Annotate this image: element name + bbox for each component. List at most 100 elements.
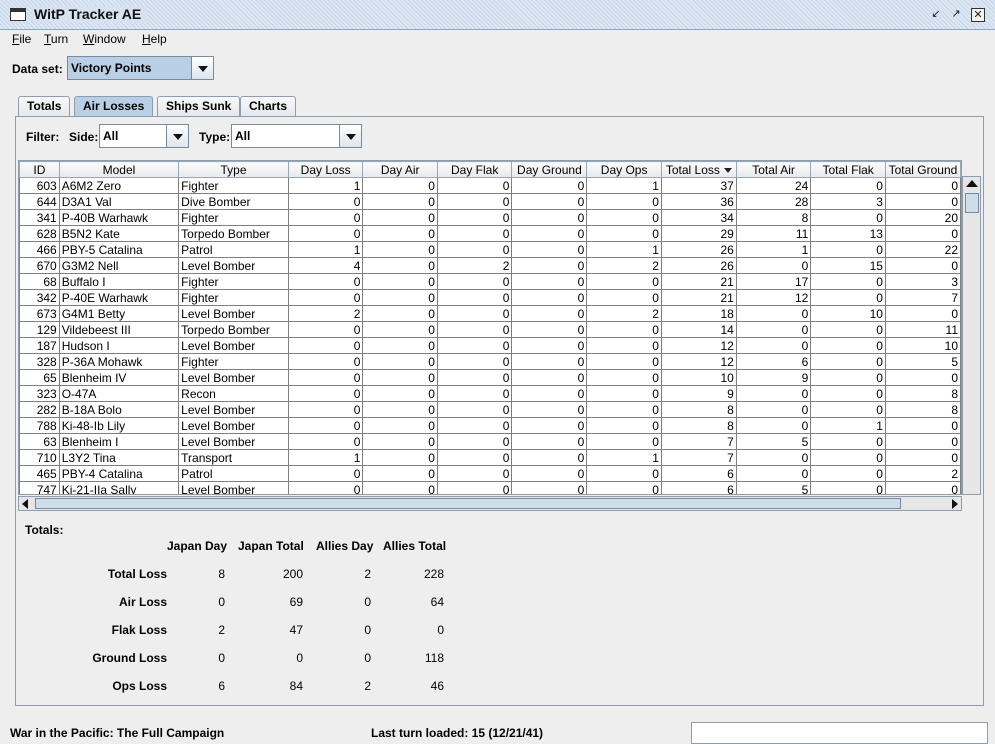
table-cell[interactable]: 0 xyxy=(810,481,886,494)
table-cell[interactable]: G3M2 Nell xyxy=(58,257,180,274)
table-cell[interactable]: 0 xyxy=(287,385,364,402)
table-cell[interactable]: 20 xyxy=(884,209,961,226)
vertical-scroll-thumb[interactable] xyxy=(965,193,979,213)
table-cell[interactable]: 0 xyxy=(287,481,364,494)
table-row[interactable]: 788 Ki-48-Ib Lily Level Bomber 0 0 0 0 0 8 0 1 0 xyxy=(19,417,961,434)
table-cell[interactable]: 0 xyxy=(511,225,588,242)
table-cell[interactable]: 0 xyxy=(511,177,588,194)
table-cell[interactable]: 7 xyxy=(884,289,961,306)
table-cell[interactable]: 63 xyxy=(19,433,60,450)
table-cell[interactable]: 26 xyxy=(660,241,737,258)
table-cell[interactable]: 0 xyxy=(511,321,588,338)
table-cell[interactable]: 0 xyxy=(511,449,588,466)
table-cell[interactable]: 0 xyxy=(586,273,662,290)
table-cell[interactable]: 10 xyxy=(884,337,961,354)
table-cell[interactable]: 0 xyxy=(586,385,662,402)
table-cell[interactable]: 0 xyxy=(362,401,438,418)
table-cell[interactable]: 0 xyxy=(810,321,886,338)
table-row[interactable]: 628 B5N2 Kate Torpedo Bomber 0 0 0 0 0 29 11 13 0 xyxy=(19,225,961,242)
table-cell[interactable]: 65 xyxy=(19,369,60,386)
table-cell[interactable]: 1 xyxy=(735,241,812,258)
table-cell[interactable]: 10 xyxy=(810,305,886,322)
column-header[interactable]: Total Air xyxy=(735,161,812,178)
table-cell[interactable]: 4 xyxy=(287,257,364,274)
table-cell[interactable]: 0 xyxy=(511,337,588,354)
type-select[interactable]: All xyxy=(231,124,362,148)
table-cell[interactable]: 342 xyxy=(19,289,60,306)
table-cell[interactable]: 673 xyxy=(19,305,60,322)
table-row[interactable]: 603 A6M2 Zero Fighter 1 0 0 0 1 37 24 0 0 xyxy=(19,177,961,194)
table-cell[interactable]: 0 xyxy=(511,193,588,210)
table-cell[interactable]: 0 xyxy=(511,385,588,402)
table-cell[interactable]: 8 xyxy=(660,417,737,434)
table-row[interactable]: 673 G4M1 Betty Level Bomber 2 0 0 0 2 18 0 10 0 xyxy=(19,305,961,322)
table-cell[interactable]: 0 xyxy=(362,353,438,370)
table-cell[interactable]: 0 xyxy=(287,225,364,242)
table-cell[interactable]: 1 xyxy=(586,177,662,194)
table-cell[interactable]: 0 xyxy=(810,337,886,354)
table-cell[interactable]: 0 xyxy=(362,305,438,322)
table-cell[interactable]: 0 xyxy=(362,433,438,450)
table-cell[interactable]: 0 xyxy=(362,385,438,402)
table-cell[interactable]: 21 xyxy=(660,289,737,306)
table-row[interactable]: 68 Buffalo I Fighter 0 0 0 0 0 21 17 0 3 xyxy=(19,273,961,290)
table-cell[interactable]: 0 xyxy=(884,433,961,450)
table-cell[interactable]: Patrol xyxy=(178,241,289,258)
table-cell[interactable]: 0 xyxy=(511,433,588,450)
table-cell[interactable]: 0 xyxy=(436,417,513,434)
table-cell[interactable]: 328 xyxy=(19,353,60,370)
table-cell[interactable]: 0 xyxy=(586,193,662,210)
table-cell[interactable]: 0 xyxy=(810,241,886,258)
table-cell[interactable]: 6 xyxy=(660,481,737,494)
table-cell[interactable]: L3Y2 Tina xyxy=(58,449,180,466)
table-row[interactable]: 670 G3M2 Nell Level Bomber 4 0 2 0 2 26 0 15 0 xyxy=(19,257,961,274)
horizontal-scroll-thumb[interactable] xyxy=(35,498,901,509)
table-row[interactable]: 747 Ki-21-IIa Sally Level Bomber 0 0 0 0 0 6 5 0 0 xyxy=(19,481,961,494)
maximize-icon[interactable]: ↗ xyxy=(949,8,963,22)
table-cell[interactable]: 0 xyxy=(436,225,513,242)
table-cell[interactable]: 12 xyxy=(660,337,737,354)
table-cell[interactable]: 0 xyxy=(436,369,513,386)
table-cell[interactable]: 0 xyxy=(511,273,588,290)
table-cell[interactable]: 0 xyxy=(511,401,588,418)
table-cell[interactable]: Vildebeest III xyxy=(58,321,180,338)
column-header[interactable]: Day Loss xyxy=(287,161,364,178)
table-cell[interactable]: 0 xyxy=(810,209,886,226)
table-cell[interactable]: 129 xyxy=(19,321,60,338)
table-cell[interactable]: Buffalo I xyxy=(58,273,180,290)
table-cell[interactable]: 6 xyxy=(660,465,737,482)
table-cell[interactable]: 0 xyxy=(362,369,438,386)
table-cell[interactable]: 0 xyxy=(362,417,438,434)
table-cell[interactable]: 12 xyxy=(660,353,737,370)
table-cell[interactable]: 1 xyxy=(810,417,886,434)
table-cell[interactable]: 3 xyxy=(884,273,961,290)
table-row[interactable]: 328 P-36A Mohawk Fighter 0 0 0 0 0 12 6 0 5 xyxy=(19,353,961,370)
menu-help[interactable]: Help xyxy=(142,32,167,46)
menu-window[interactable]: Window xyxy=(83,32,126,46)
table-cell[interactable]: Fighter xyxy=(178,209,289,226)
close-icon[interactable]: ✕ xyxy=(971,8,985,22)
table-cell[interactable]: 0 xyxy=(362,241,438,258)
table-cell[interactable]: 0 xyxy=(735,417,812,434)
table-cell[interactable]: 465 xyxy=(19,465,60,482)
table-cell[interactable]: 0 xyxy=(436,433,513,450)
table-row[interactable]: 129 Vildebeest III Torpedo Bomber 0 0 0 0 0 14 0 0… xyxy=(19,321,961,338)
table-cell[interactable]: Fighter xyxy=(178,273,289,290)
table-cell[interactable]: 0 xyxy=(735,401,812,418)
table-cell[interactable]: 0 xyxy=(884,449,961,466)
table-cell[interactable]: 0 xyxy=(436,465,513,482)
table-cell[interactable]: 68 xyxy=(19,273,60,290)
table-horizontal-scrollbar[interactable] xyxy=(18,496,962,511)
table-cell[interactable]: 0 xyxy=(884,481,961,494)
table-cell[interactable]: 0 xyxy=(287,321,364,338)
table-row[interactable]: 341 P-40B Warhawk Fighter 0 0 0 0 0 34 8 0 20 xyxy=(19,209,961,226)
table-cell[interactable]: Hudson I xyxy=(58,337,180,354)
table-cell[interactable]: Level Bomber xyxy=(178,401,289,418)
scroll-left-icon[interactable] xyxy=(22,499,28,509)
table-cell[interactable]: Transport xyxy=(178,449,289,466)
table-cell[interactable]: Fighter xyxy=(178,177,289,194)
table-cell[interactable]: 7 xyxy=(660,433,737,450)
table-cell[interactable]: 5 xyxy=(884,353,961,370)
table-cell[interactable]: 2 xyxy=(436,257,513,274)
menu-file[interactable]: File xyxy=(12,32,31,46)
